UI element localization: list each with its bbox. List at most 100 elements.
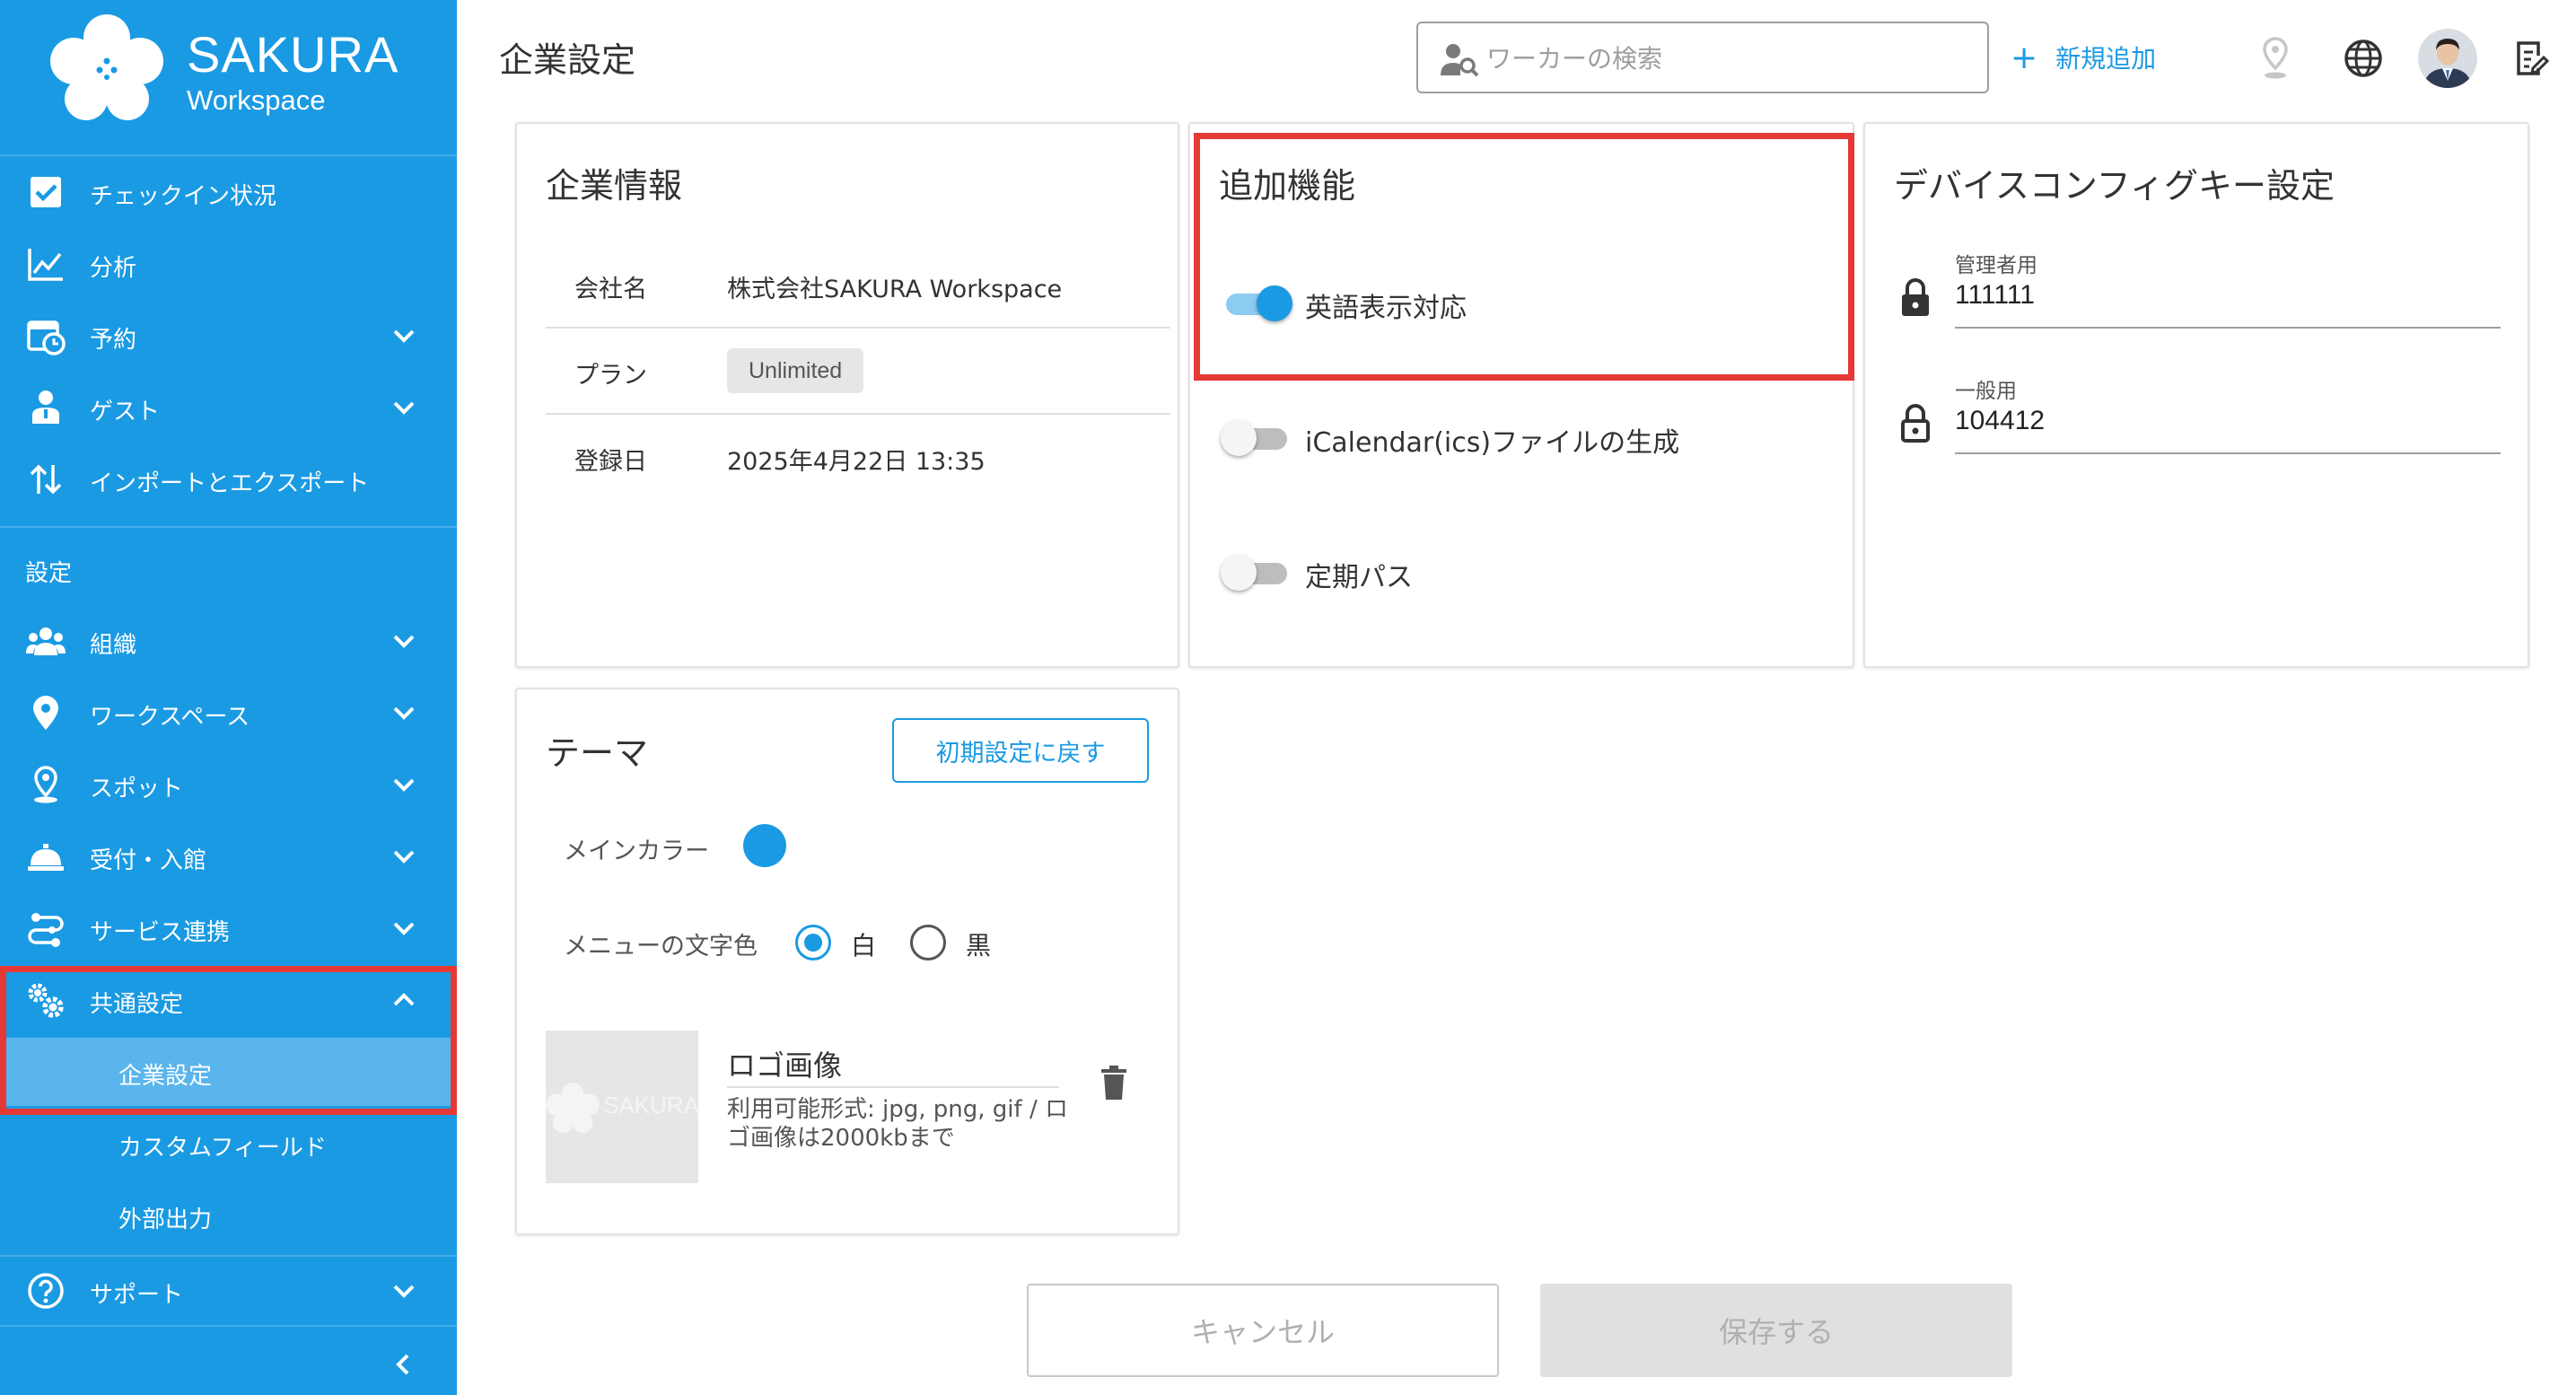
radio-white[interactable]	[795, 925, 831, 961]
location-pin-icon[interactable]	[2256, 36, 2294, 81]
sidebar-item-label: ワークスペース	[90, 704, 250, 731]
registered-date-label: 登録日	[574, 448, 647, 476]
sidebar-item-analytics[interactable]: 分析	[0, 230, 457, 298]
sidebar-item-reception[interactable]: 受付・入館	[0, 822, 457, 891]
sidebar-item-organization[interactable]: 組織	[0, 607, 457, 675]
logo-preview[interactable]: SAKURA	[546, 1031, 698, 1183]
people-icon	[26, 627, 66, 655]
trash-icon[interactable]	[1099, 1065, 1129, 1101]
registered-date-value: 2025年4月22日 13:35	[727, 448, 986, 476]
sidebar-item-label: 予約	[90, 327, 137, 354]
company-name-label: 会社名	[574, 276, 647, 303]
reset-default-button[interactable]: 初期設定に戻す	[892, 718, 1149, 783]
help-circle-icon	[28, 1273, 64, 1309]
icalendar-toggle[interactable]	[1221, 420, 1292, 456]
sidebar-item-label: 共通設定	[90, 991, 184, 1018]
sidebar-divider	[0, 1325, 457, 1327]
avatar[interactable]	[2418, 29, 2477, 88]
add-new-label: 新規追加	[2055, 44, 2157, 74]
theme-title: テーマ	[546, 733, 649, 773]
theme-card: テーマ 初期設定に戻す メインカラー メニューの文字色 白 黒 SAKURA ロ…	[515, 688, 1179, 1235]
features-card: 追加機能 英語表示対応 iCalendar(ics)ファイルの生成 定期パス	[1188, 122, 1854, 668]
chart-line-icon	[28, 249, 63, 281]
radio-white-label: 白	[851, 931, 877, 961]
chevron-down-icon	[393, 922, 415, 935]
sidebar-subitem-company-settings[interactable]: 企業設定	[0, 1038, 457, 1106]
person-search-icon	[1441, 44, 1479, 77]
sidebar-item-reservation[interactable]: 予約	[0, 302, 457, 370]
lock-open-icon	[1901, 404, 1930, 443]
lock-icon	[1902, 278, 1929, 316]
logo-preview-text: SAKURA	[603, 1092, 698, 1119]
chevron-up-icon	[393, 993, 415, 1006]
save-button[interactable]: 保存する	[1540, 1284, 2012, 1377]
device-config-card: デバイスコンフィグキー設定 管理者用 111111 一般用 104412	[1863, 122, 2529, 668]
device-config-title: デバイスコンフィグキー設定	[1894, 166, 2335, 206]
sidebar-item-label: スポット	[90, 776, 184, 803]
admin-key-underline	[1955, 327, 2501, 329]
sidebar-item-common-settings[interactable]: 共通設定	[0, 966, 457, 1034]
sidebar-item-spot[interactable]: スポット	[0, 750, 457, 819]
sidebar: SAKURA Workspace チェックイン状況 分析 予約 ゲスト インポー…	[0, 0, 457, 1395]
english-display-label: 英語表示対応	[1305, 293, 1467, 324]
sidebar-item-label: 組織	[90, 632, 137, 659]
sidebar-item-support[interactable]: サポート	[0, 1257, 457, 1325]
sidebar-item-label: チェックイン状況	[90, 183, 277, 210]
sidebar-item-integration[interactable]: サービス連携	[0, 894, 457, 962]
sidebar-item-workspace[interactable]: ワークスペース	[0, 679, 457, 747]
main-color-swatch[interactable]	[743, 824, 786, 867]
registered-date-row: 登録日 2025年4月22日 13:35	[546, 415, 1170, 501]
sidebar-subitem-external-output[interactable]: 外部出力	[0, 1181, 457, 1250]
periodic-pass-toggle[interactable]	[1221, 555, 1292, 591]
logout-icon[interactable]	[2513, 38, 2551, 79]
checkbox-icon	[31, 177, 61, 207]
spot-pin-icon	[34, 766, 57, 803]
icalendar-label: iCalendar(ics)ファイルの生成	[1305, 427, 1680, 459]
calendar-clock-icon	[27, 320, 66, 355]
radio-black[interactable]	[910, 925, 946, 961]
chevron-down-icon	[393, 706, 415, 720]
admin-key-label: 管理者用	[1955, 254, 2037, 277]
chevron-down-icon	[393, 329, 415, 343]
radio-black-label: 黒	[966, 931, 992, 961]
sidebar-item-label: 受付・入館	[90, 847, 207, 874]
search-input[interactable]	[1486, 38, 1971, 79]
add-new-button[interactable]: + 新規追加	[2011, 36, 2156, 79]
sidebar-item-label: サポート	[90, 1282, 184, 1309]
chevron-down-icon	[393, 850, 415, 864]
plan-row: プラン Unlimited	[546, 329, 1170, 415]
sakura-flower-icon	[50, 14, 163, 120]
sidebar-item-checkin[interactable]: チェックイン状況	[0, 158, 457, 226]
globe-icon[interactable]	[2343, 38, 2384, 79]
company-name-row: 会社名 株式会社SAKURA Workspace	[546, 242, 1170, 329]
sidebar-item-label: 分析	[90, 255, 137, 282]
english-display-toggle[interactable]	[1221, 285, 1292, 321]
logo-format-description: 利用可能形式: jpg, png, gif / ロゴ画像は2000kbまで	[727, 1096, 1068, 1152]
toggle-knob	[1221, 555, 1257, 591]
logo-image-title: ロゴ画像	[727, 1048, 843, 1083]
import-export-icon	[30, 464, 62, 495]
menu-text-color-label: メニューの文字色	[564, 933, 758, 961]
periodic-pass-label: 定期パス	[1305, 562, 1413, 593]
sidebar-subitem-custom-fields[interactable]: カスタムフィールド	[0, 1110, 457, 1178]
chevron-down-icon	[393, 778, 415, 792]
sidebar-section-settings: 設定	[25, 560, 73, 587]
sidebar-item-guest[interactable]: ゲスト	[0, 373, 457, 442]
cancel-button[interactable]: キャンセル	[1027, 1284, 1499, 1377]
reception-bell-icon	[28, 844, 64, 871]
sidebar-subitem-label: カスタムフィールド	[118, 1135, 327, 1162]
general-key-value[interactable]: 104412	[1955, 406, 2045, 436]
location-pin-icon	[33, 696, 58, 730]
sidebar-item-import-export[interactable]: インポートとエクスポート	[0, 445, 457, 513]
chevron-down-icon	[393, 1285, 415, 1298]
admin-key-value[interactable]: 111111	[1955, 280, 2035, 311]
sakura-flower-icon	[546, 1083, 600, 1133]
sidebar-divider	[0, 526, 457, 528]
worker-search[interactable]	[1416, 22, 1989, 93]
brand-logo[interactable]: SAKURA Workspace	[0, 0, 457, 156]
collapse-sidebar-icon[interactable]	[388, 1348, 420, 1381]
features-title: 追加機能	[1219, 166, 1356, 206]
sidebar-item-label: サービス連携	[90, 919, 231, 946]
chevron-down-icon	[393, 635, 415, 648]
toggle-knob	[1257, 285, 1292, 321]
